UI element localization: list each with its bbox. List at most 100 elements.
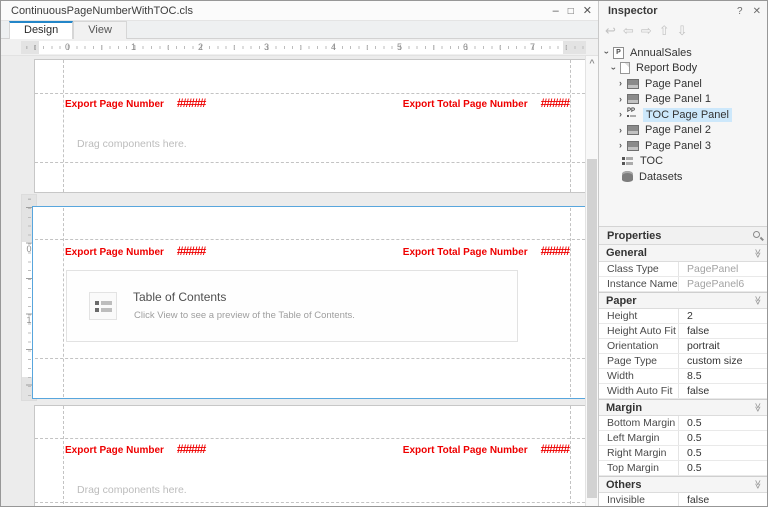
- property-row-page-type[interactable]: Page Type custom size: [599, 354, 767, 369]
- export-total-page-number-label[interactable]: Export Total Page Number: [403, 445, 528, 456]
- collapse-chevron-icon[interactable]: ≫: [752, 403, 763, 412]
- page-panel-3[interactable]: Export Page Number ##### Export Total Pa…: [34, 405, 591, 506]
- export-page-number-control[interactable]: Export Page Number #####: [65, 442, 206, 456]
- close-icon[interactable]: ✕: [753, 6, 761, 17]
- export-page-number-control[interactable]: Export Page Number #####: [65, 96, 206, 110]
- chevron-right-icon[interactable]: ›: [616, 141, 625, 150]
- tree-item-page-panel-1[interactable]: › Page Panel 1: [599, 92, 767, 108]
- tab-view[interactable]: View: [73, 21, 127, 39]
- export-total-page-number-value[interactable]: #####: [541, 96, 570, 110]
- property-value[interactable]: false: [679, 325, 767, 337]
- export-page-number-control[interactable]: Export Page Number #####: [65, 244, 206, 258]
- export-total-page-number-value[interactable]: #####: [541, 244, 570, 258]
- tree-item-datasets[interactable]: Datasets: [599, 169, 767, 185]
- minimize-icon[interactable]: –: [553, 5, 559, 17]
- section-margin[interactable]: Margin ≫: [599, 399, 767, 416]
- property-row-invisible[interactable]: Invisible false: [599, 493, 767, 506]
- tree-item-label[interactable]: Page Panel 2: [642, 123, 714, 137]
- chevron-right-icon[interactable]: ›: [616, 79, 625, 88]
- property-row-instance-name[interactable]: Instance Name PagePanel6: [599, 277, 767, 292]
- tree-item-label[interactable]: Datasets: [636, 170, 685, 184]
- property-value[interactable]: 8.5: [679, 370, 767, 382]
- property-row-width[interactable]: Width 8.5: [599, 369, 767, 384]
- property-row-class-type[interactable]: Class Type PagePanel: [599, 262, 767, 277]
- toc-page-panel-page[interactable]: Export Page Number ##### Export Total Pa…: [35, 208, 590, 397]
- chevron-right-icon[interactable]: ›: [616, 94, 625, 104]
- search-icon[interactable]: [753, 231, 760, 238]
- collapse-chevron-icon[interactable]: ≫: [752, 296, 763, 305]
- tree-item-label[interactable]: Report Body: [633, 61, 700, 75]
- export-total-page-number-label[interactable]: Export Total Page Number: [403, 247, 528, 258]
- table-of-contents-control[interactable]: Table of Contents Click View to see a pr…: [66, 270, 518, 342]
- property-value[interactable]: custom size: [679, 355, 767, 367]
- nav-back-icon[interactable]: ↩: [605, 23, 616, 39]
- chevron-down-icon[interactable]: ›: [609, 64, 619, 73]
- export-total-page-number-control[interactable]: Export Total Page Number #####: [403, 244, 570, 258]
- property-value[interactable]: PagePanel: [679, 263, 767, 275]
- tree-item-toc[interactable]: TOC: [599, 154, 767, 170]
- tree-item-page-panel-2[interactable]: › Page Panel 2: [599, 123, 767, 139]
- design-canvas[interactable]: 0 1 Export Page Number ##### Export Tota…: [1, 56, 598, 506]
- scrollbar-thumb[interactable]: [587, 159, 597, 498]
- canvas-scrollbar[interactable]: ^: [585, 56, 598, 506]
- property-value[interactable]: false: [679, 494, 767, 506]
- tree-item-page-panel-3[interactable]: › Page Panel 3: [599, 138, 767, 154]
- property-row-height[interactable]: Height 2: [599, 309, 767, 324]
- scroll-up-icon[interactable]: ^: [586, 58, 598, 68]
- export-total-page-number-value[interactable]: #####: [541, 442, 570, 456]
- tree-item-label[interactable]: Page Panel: [642, 77, 705, 91]
- tree-item-page-panel[interactable]: › Page Panel: [599, 76, 767, 92]
- collapse-chevron-icon[interactable]: ≫: [752, 248, 763, 257]
- property-value[interactable]: 2: [679, 310, 767, 322]
- property-value[interactable]: false: [679, 385, 767, 397]
- export-page-number-value[interactable]: #####: [177, 244, 206, 258]
- nav-up-icon[interactable]: ⇧: [659, 23, 670, 39]
- tab-design[interactable]: Design: [9, 21, 74, 39]
- export-page-number-value[interactable]: #####: [177, 442, 206, 456]
- tree-item-label[interactable]: AnnualSales: [627, 46, 695, 60]
- section-paper[interactable]: Paper ≫: [599, 292, 767, 309]
- collapse-chevron-icon[interactable]: ≫: [752, 480, 763, 489]
- export-total-page-number-label[interactable]: Export Total Page Number: [403, 99, 528, 110]
- export-total-page-number-control[interactable]: Export Total Page Number #####: [403, 442, 570, 456]
- chevron-right-icon[interactable]: ›: [616, 110, 625, 119]
- property-value[interactable]: PagePanel6: [679, 278, 767, 290]
- property-value[interactable]: 0.5: [679, 417, 767, 429]
- property-row-width-auto-fit[interactable]: Width Auto Fit false: [599, 384, 767, 399]
- export-page-number-label[interactable]: Export Page Number: [65, 99, 164, 110]
- help-icon[interactable]: ?: [737, 6, 743, 17]
- tree-item-annualsales[interactable]: › P AnnualSales: [599, 45, 767, 61]
- export-page-number-label[interactable]: Export Page Number: [65, 445, 164, 456]
- export-page-number-label[interactable]: Export Page Number: [65, 247, 164, 258]
- section-general[interactable]: General ≫: [599, 245, 767, 262]
- chevron-right-icon[interactable]: ›: [616, 125, 625, 135]
- nav-right-icon[interactable]: ⇨: [641, 23, 652, 39]
- property-value[interactable]: 0.5: [679, 462, 767, 474]
- tree-item-toc-page-panel[interactable]: › PP TOC Page Panel: [599, 107, 767, 123]
- chevron-down-icon[interactable]: ›: [602, 48, 612, 57]
- export-page-number-value[interactable]: #####: [177, 96, 206, 110]
- maximize-icon[interactable]: □: [568, 6, 574, 17]
- property-value[interactable]: 0.5: [679, 447, 767, 459]
- page-panel-1[interactable]: Export Page Number ##### Export Total Pa…: [34, 59, 591, 193]
- property-row-right-margin[interactable]: Right Margin 0.5: [599, 446, 767, 461]
- tree-item-label-selected[interactable]: TOC Page Panel: [643, 107, 732, 122]
- property-row-top-margin[interactable]: Top Margin 0.5: [599, 461, 767, 476]
- tree-item-report-body[interactable]: › Report Body: [599, 61, 767, 77]
- nav-down-icon[interactable]: ⇩: [677, 23, 688, 39]
- export-total-page-number-control[interactable]: Export Total Page Number #####: [403, 96, 570, 110]
- toc-page-panel-selected[interactable]: Export Page Number ##### Export Total Pa…: [32, 206, 593, 399]
- property-row-height-auto-fit[interactable]: Height Auto Fit false: [599, 324, 767, 339]
- property-row-orientation[interactable]: Orientation portrait: [599, 339, 767, 354]
- tree-item-label[interactable]: TOC: [637, 154, 666, 168]
- tree-item-label[interactable]: Page Panel 3: [642, 139, 714, 153]
- property-row-bottom-margin[interactable]: Bottom Margin 0.5: [599, 416, 767, 431]
- tree-item-label[interactable]: Page Panel 1: [642, 92, 714, 106]
- property-value[interactable]: portrait: [679, 340, 767, 352]
- section-others[interactable]: Others ≫: [599, 476, 767, 493]
- property-row-left-margin[interactable]: Left Margin 0.5: [599, 431, 767, 446]
- close-icon[interactable]: ✕: [583, 5, 592, 17]
- properties-panel: Properties General ≫ Class Type PagePane…: [599, 226, 767, 506]
- nav-left-icon[interactable]: ⇦: [623, 23, 634, 39]
- property-value[interactable]: 0.5: [679, 432, 767, 444]
